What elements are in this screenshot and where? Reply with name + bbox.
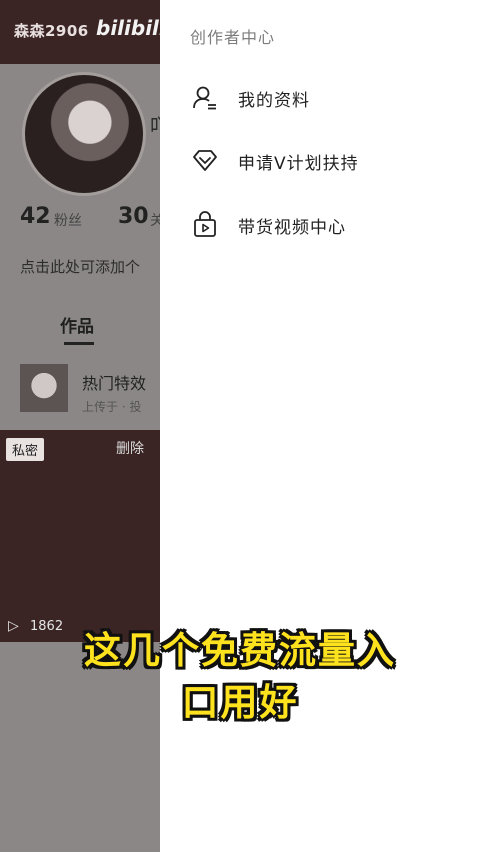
- avatar: [22, 72, 146, 196]
- menu-item-label: 我的资料: [238, 90, 310, 111]
- list-item-subtitle: 上传于 · 投: [82, 400, 142, 414]
- list-item-title: 热门特效: [82, 374, 147, 393]
- menu-item-label: 带货视频中心: [238, 217, 346, 238]
- caption-line-1: 这几个免费流量入: [84, 629, 396, 672]
- profile-icon: [190, 83, 220, 113]
- watermark: 森森2906: [14, 22, 89, 40]
- menu-item-v-plan[interactable]: 申请V计划扶持: [190, 141, 460, 181]
- menu-item-label: 申请V计划扶持: [238, 153, 359, 174]
- delete-label: 删除: [116, 441, 144, 457]
- following-count: 30: [118, 204, 149, 229]
- menu-item-my-profile[interactable]: 我的资料: [190, 78, 460, 118]
- menu-item-commerce-video-center[interactable]: 带货视频中心: [190, 205, 460, 245]
- followers-count: 42: [20, 204, 51, 229]
- tab-works: 作品: [60, 317, 94, 337]
- drawer-title: 创作者中心: [190, 28, 276, 47]
- private-badge: 私密: [6, 438, 45, 461]
- caption-line-2: 口用好: [181, 681, 299, 724]
- heart-badge-icon: [190, 146, 220, 176]
- bilibili-logo: bilibili: [96, 16, 166, 40]
- shopping-bag-icon: [190, 210, 220, 240]
- list-item-thumbnail: [20, 364, 68, 412]
- followers-label: 粉丝: [54, 213, 82, 229]
- signature-placeholder: 点击此处可添加个: [20, 258, 141, 276]
- tab-underline: [64, 342, 94, 345]
